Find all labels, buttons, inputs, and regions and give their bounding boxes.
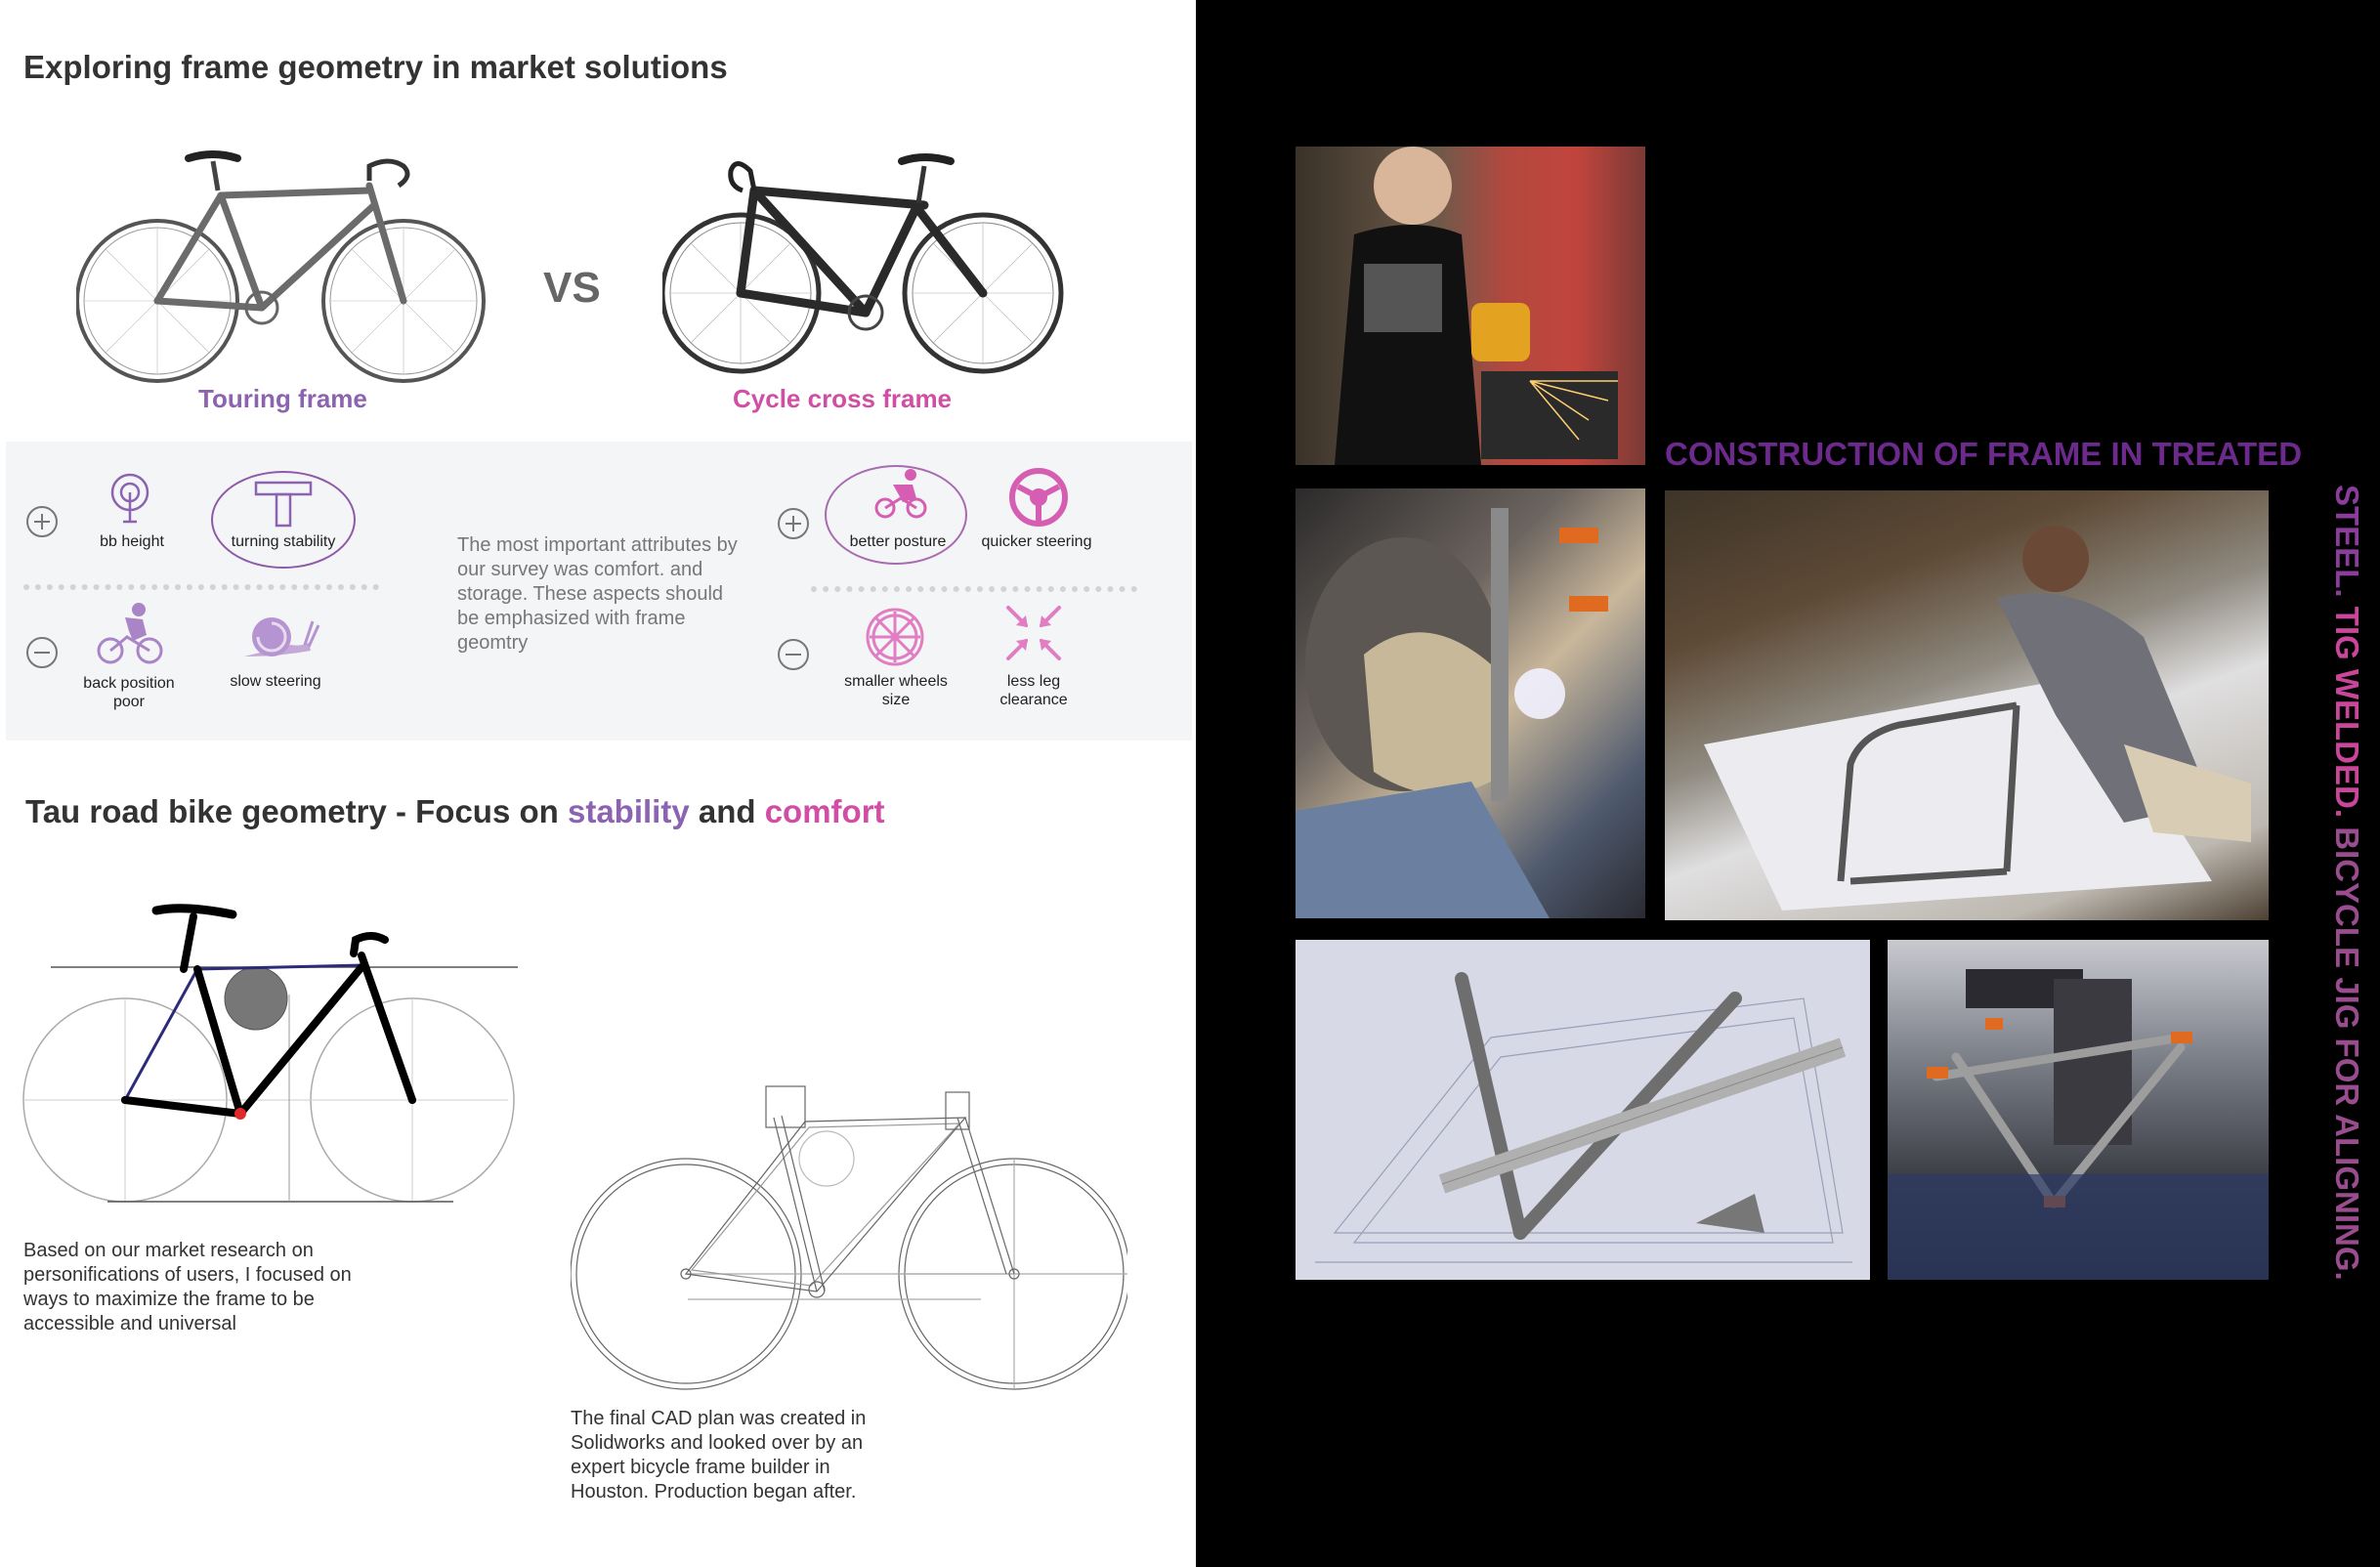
attr-label-better-posture: better posture: [849, 533, 947, 550]
attr-label-slow-steering: slow steering: [230, 673, 321, 690]
construction-steel: STEEL.: [2329, 485, 2365, 607]
grinding-scene: [1335, 147, 1618, 465]
cyclist-icon: [97, 603, 163, 664]
photo-frame-layout: [1665, 490, 2269, 920]
tubes-scene: [1315, 972, 1852, 1263]
compress-arrows-icon: [1006, 606, 1061, 660]
construction-jig: BICYCLE JIG FOR ALIGNING.: [2329, 826, 2365, 1281]
plus-circle-icon: [778, 508, 809, 539]
bb-height-icon: [110, 473, 149, 524]
attr-label-bb-height: bb height: [100, 533, 164, 550]
attr-label-quicker-steering: quicker steering: [981, 533, 1092, 550]
t-icon: [254, 481, 313, 528]
steering-wheel-icon: [1009, 468, 1068, 527]
jig-scene: [1888, 969, 2269, 1280]
minus-circle-icon: [26, 637, 58, 668]
layout-scene: [1704, 526, 2251, 911]
cyclecross-bike-image: [662, 153, 1064, 374]
geometry-heading-stability: stability: [567, 793, 690, 829]
photo-grinding: [1296, 147, 1645, 465]
photo-tig-welding: [1296, 488, 1645, 918]
dotted-divider: [811, 586, 1137, 592]
attr-label-smaller-wheels-size: smaller wheels size: [844, 673, 948, 708]
vs-label: VS: [543, 264, 601, 312]
attr-label-turning-stability: turning stability: [231, 533, 336, 550]
welding-scene: [1296, 508, 1608, 918]
construction-tig-welded: TIG WELDED.: [2329, 606, 2365, 827]
touring-frame-caption: Touring frame: [198, 384, 367, 413]
photo-tubes-on-plan: [1296, 940, 1870, 1280]
cad-paragraph: The final CAD plan was created in Solidw…: [571, 1408, 867, 1503]
research-paragraph: Based on our market research on personif…: [23, 1240, 352, 1334]
market-heading: Exploring frame geometry in market solut…: [23, 49, 728, 85]
cyclist-icon: [874, 469, 927, 519]
touring-bike-image: [76, 150, 486, 383]
plus-circle-icon: [26, 506, 58, 537]
geometry-heading-comfort: comfort: [764, 793, 885, 829]
geometry-diagram: [22, 904, 518, 1203]
geometry-heading-middle: and: [689, 793, 765, 829]
snail-icon: [244, 617, 320, 656]
attr-label-less-leg-clearance: less leg clearance: [999, 673, 1068, 708]
construction-title-line1: CONSTRUCTION OF FRAME IN TREATED: [1665, 436, 2303, 472]
geometry-heading-prefix: Tau road bike geometry - Focus on: [25, 793, 568, 829]
construction-title-line2: STEEL. TIG WELDED. BICYCLE JIG FOR ALIGN…: [2325, 485, 2368, 1315]
summary-text: The most important attributes by our sur…: [457, 534, 738, 654]
wheel-icon: [866, 608, 924, 666]
geometry-heading: Tau road bike geometry - Focus on stabil…: [25, 793, 885, 830]
dotted-divider: [23, 584, 379, 590]
minus-circle-icon: [778, 639, 809, 670]
photo-bicycle-jig: [1888, 940, 2269, 1280]
left-page: Exploring frame geometry in market solut…: [0, 0, 1196, 1567]
cad-drawing: [571, 1085, 1127, 1390]
cyclecross-frame-caption: Cycle cross frame: [733, 384, 953, 413]
attr-label-back-position-poor: back position poor: [83, 675, 175, 710]
